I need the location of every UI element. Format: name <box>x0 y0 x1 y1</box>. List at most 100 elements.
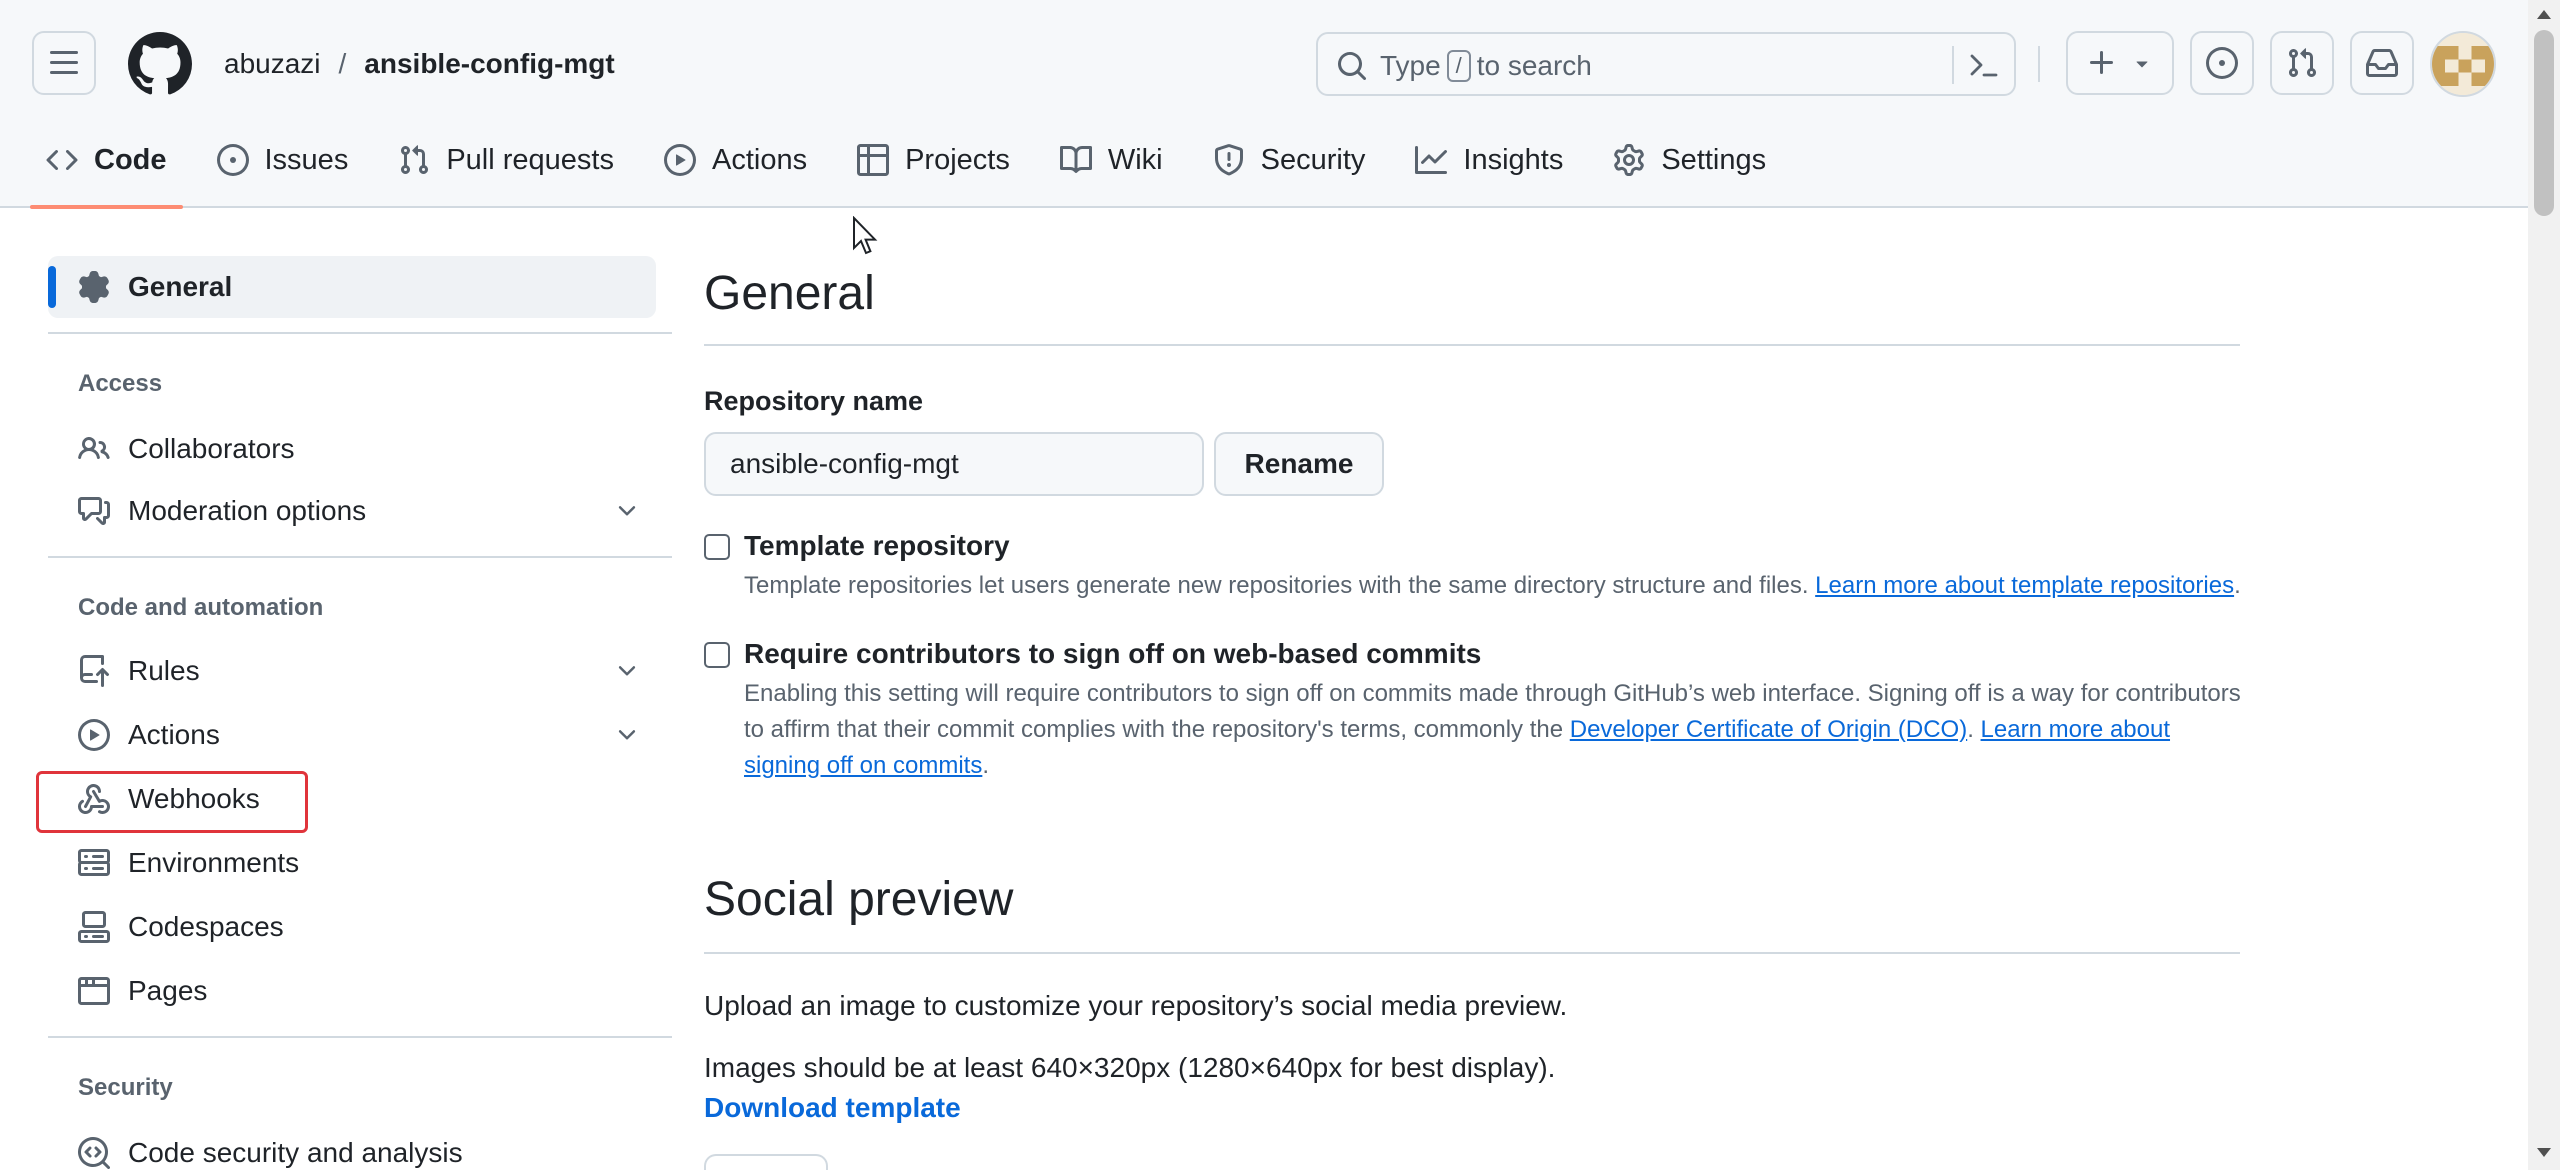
template-repository-title: Template repository <box>744 530 1010 561</box>
scroll-up-arrow[interactable] <box>2537 10 2551 19</box>
page-scrollbar[interactable] <box>2528 0 2560 1170</box>
tab-security-label: Security <box>1260 143 1366 176</box>
shield-icon <box>1214 144 1243 176</box>
chevron-down-icon <box>618 506 636 516</box>
tab-issues-label: Issues <box>264 143 349 176</box>
sidebar-item-label: Codespaces <box>128 911 284 942</box>
search-icon <box>1338 52 1367 81</box>
sidebar-item-label: Rules <box>128 655 200 686</box>
sidebar-item-collaborators[interactable]: Collaborators <box>48 418 656 480</box>
sidebar-item-code-security[interactable]: Code security and analysis <box>48 1122 656 1170</box>
app-header: abuzazi / ansible-config-mgt Type / to s… <box>0 0 2528 209</box>
sidebar-item-pages[interactable]: Pages <box>48 960 656 1022</box>
browser-icon <box>78 977 110 1005</box>
tab-insights[interactable]: Insights <box>1399 128 1579 192</box>
github-logo-icon[interactable] <box>128 32 192 96</box>
dco-link[interactable]: Developer Certificate of Origin (DCO) <box>1570 716 1967 743</box>
book-icon <box>1059 145 1092 173</box>
tab-pull-requests[interactable]: Pull requests <box>382 128 630 192</box>
people-icon <box>78 436 110 460</box>
gear-icon <box>79 271 109 303</box>
social-preview-edit-button[interactable] <box>704 1154 828 1170</box>
tab-security[interactable]: Security <box>1197 128 1382 192</box>
play-icon <box>663 144 696 176</box>
tab-actions-label: Actions <box>711 143 808 176</box>
avatar[interactable] <box>2430 31 2496 97</box>
scroll-down-arrow[interactable] <box>2537 1148 2551 1157</box>
inbox-button[interactable] <box>2350 31 2414 95</box>
git-pull-request-icon <box>2288 48 2317 78</box>
repo-navigation: Code Issues Pull requests Actions Projec… <box>30 128 1800 209</box>
your-issues-button[interactable] <box>2190 31 2254 95</box>
tab-projects[interactable]: Projects <box>841 128 1026 192</box>
search-input[interactable]: Type / to search <box>1316 32 2016 96</box>
template-learn-more-link[interactable]: Learn more about template repositories <box>1815 572 2234 599</box>
codespaces-icon <box>78 911 110 943</box>
create-new-button[interactable] <box>2066 31 2174 95</box>
rename-button[interactable]: Rename <box>1214 432 1384 496</box>
sidebar-divider <box>48 1036 672 1038</box>
sidebar-item-general[interactable]: General <box>48 256 656 318</box>
tab-insights-label: Insights <box>1463 143 1564 176</box>
triangle-down-icon <box>2136 61 2148 68</box>
search-divider <box>1952 46 1954 84</box>
graph-icon <box>1415 146 1448 174</box>
sidebar-item-label: Pages <box>128 975 208 1006</box>
sidebar-item-environments[interactable]: Environments <box>48 832 656 894</box>
sidebar-item-label: Actions <box>128 719 220 750</box>
hamburger-icon <box>50 51 78 74</box>
tab-actions[interactable]: Actions <box>648 128 823 192</box>
template-repository-checkbox[interactable] <box>704 534 730 560</box>
download-template-link[interactable]: Download template <box>704 1092 961 1124</box>
sidebar-item-actions[interactable]: Actions <box>48 704 656 766</box>
play-icon <box>78 719 110 751</box>
sidebar-item-label: Collaborators <box>128 433 295 464</box>
sidebar-item-label: Environments <box>128 847 300 878</box>
scroll-thumb[interactable] <box>2534 30 2554 216</box>
command-palette-icon[interactable] <box>1968 50 2000 82</box>
sidebar-divider <box>48 332 672 334</box>
tab-code[interactable]: Code <box>30 128 183 209</box>
tab-settings-label: Settings <box>1661 143 1767 176</box>
mouse-cursor-icon <box>853 216 878 255</box>
menu-button[interactable] <box>32 31 96 95</box>
template-repository-description: Template repositories let users generate… <box>744 572 2241 599</box>
social-preview-size-hint: Images should be at least 640×320px (128… <box>704 1052 1556 1083</box>
issue-opened-icon <box>2206 47 2238 79</box>
breadcrumb-owner[interactable]: abuzazi <box>224 44 321 84</box>
social-preview-description: Upload an image to customize your reposi… <box>704 990 1568 1021</box>
chevron-down-icon <box>618 666 636 676</box>
header-divider <box>2038 46 2040 82</box>
tab-projects-label: Projects <box>905 143 1010 176</box>
inbox-icon <box>2366 49 2398 77</box>
search-shortcut-key: / <box>1446 50 1471 82</box>
chevron-down-icon <box>618 730 636 740</box>
sidebar-item-codespaces[interactable]: Codespaces <box>48 896 656 958</box>
tab-code-label: Code <box>94 143 167 176</box>
repo-name-field[interactable] <box>704 432 1204 496</box>
search-placeholder: Type / to search <box>1380 50 1592 82</box>
sidebar-item-label: General <box>128 271 233 302</box>
table-icon <box>857 144 890 176</box>
issue-opened-icon <box>216 144 249 176</box>
plus-icon <box>2090 51 2113 74</box>
server-icon <box>78 849 110 876</box>
breadcrumb-repo[interactable]: ansible-config-mgt <box>364 44 614 84</box>
repo-push-icon <box>80 655 109 687</box>
signoff-title: Require contributors to sign off on web-… <box>744 638 1482 669</box>
sidebar-heading-code-automation: Code and automation <box>78 594 324 621</box>
your-pull-requests-button[interactable] <box>2270 31 2334 95</box>
sidebar-item-moderation-options[interactable]: Moderation options <box>48 480 656 542</box>
codescan-icon <box>78 1137 110 1169</box>
signoff-checkbox[interactable] <box>704 642 730 668</box>
section-divider <box>704 952 2240 954</box>
sidebar-item-rules[interactable]: Rules <box>48 640 656 702</box>
breadcrumb: abuzazi / ansible-config-mgt <box>224 44 615 84</box>
tab-issues[interactable]: Issues <box>201 128 365 192</box>
tab-settings[interactable]: Settings <box>1597 128 1782 192</box>
repo-name-label: Repository name <box>704 386 924 416</box>
tab-wiki[interactable]: Wiki <box>1044 128 1179 192</box>
section-divider <box>704 344 2240 346</box>
signoff-description: Enabling this setting will require contr… <box>744 680 2241 779</box>
top-bar: abuzazi / ansible-config-mgt Type / to s… <box>0 0 2528 128</box>
